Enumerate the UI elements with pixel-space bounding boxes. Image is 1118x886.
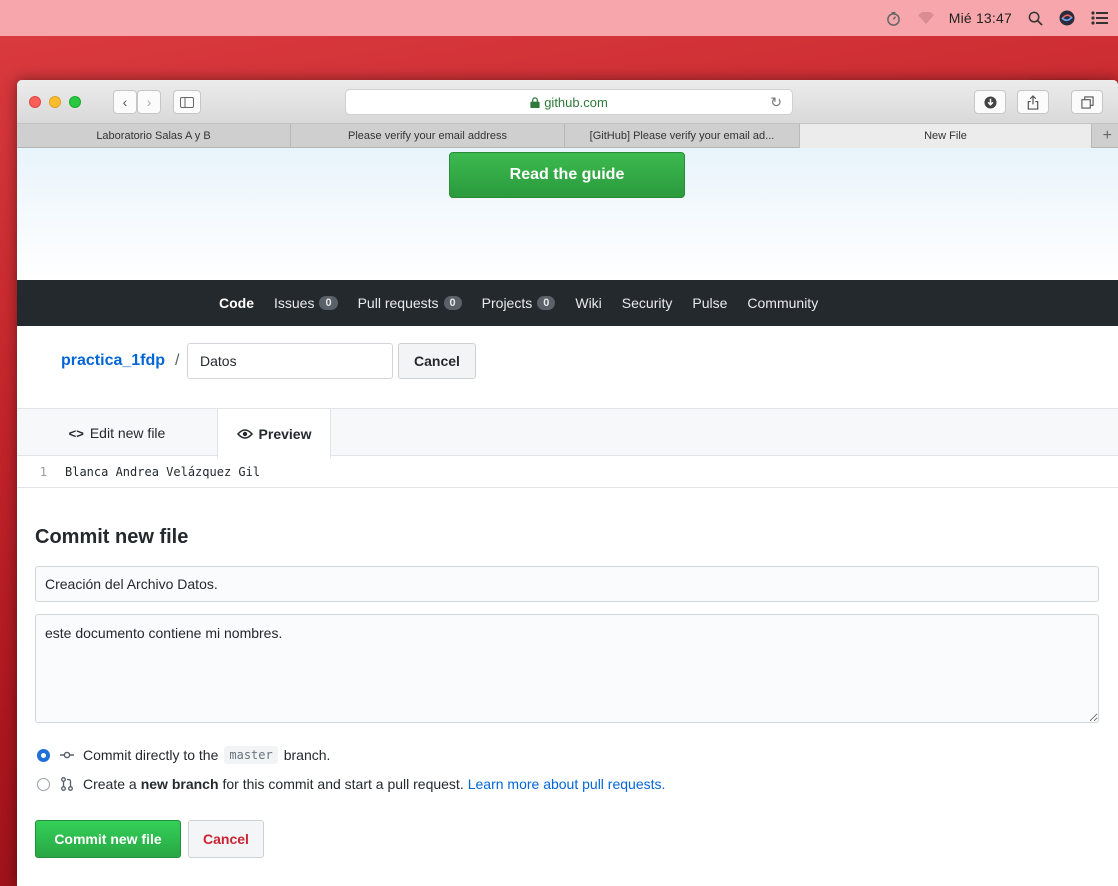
share-button[interactable]	[1017, 90, 1049, 114]
minimize-window-button[interactable]	[49, 96, 61, 108]
address-text: github.com	[544, 94, 608, 110]
nav-pulls-label: Pull requests	[357, 295, 439, 311]
share-icon	[1027, 94, 1039, 110]
back-button[interactable]: ‹	[113, 90, 137, 114]
reload-icon[interactable]: ↻	[770, 94, 782, 111]
commit-new-file-button[interactable]: Commit new file	[35, 820, 181, 858]
nav-projects[interactable]: Projects 0	[482, 295, 556, 311]
cancel-commit-button[interactable]: Cancel	[188, 820, 264, 858]
branch-name: master	[224, 746, 278, 764]
siri-icon[interactable]	[1058, 9, 1076, 27]
lock-icon	[530, 96, 540, 108]
new-branch-bold: new branch	[140, 776, 219, 792]
nav-security[interactable]: Security	[622, 295, 673, 311]
new-branch-suffix: for this commit and start a pull request…	[222, 776, 464, 792]
close-window-button[interactable]	[29, 96, 41, 108]
repo-name-link[interactable]: practica_1fdp	[61, 352, 165, 370]
tab-edit-new-file[interactable]: <> Edit new file	[17, 409, 217, 457]
download-icon	[983, 95, 997, 109]
hero-banner: Read the guide	[17, 148, 1118, 280]
nav-wiki[interactable]: Wiki	[575, 295, 601, 311]
github-page: Read the guide Code Issues 0 Pull reques…	[17, 148, 1118, 886]
tab-preview-label: Preview	[258, 425, 312, 442]
zoom-window-button[interactable]	[69, 96, 81, 108]
option-new-branch[interactable]: Create a new branch for this commit and …	[37, 776, 665, 792]
file-name-row: practica_1fdp / Cancel	[17, 326, 1118, 408]
nav-issues-label: Issues	[274, 295, 315, 311]
browser-tab-bar: Laboratorio Salas A y B Please verify yo…	[17, 124, 1118, 148]
projects-counter: 0	[537, 296, 556, 310]
code-icon: <>	[68, 425, 84, 441]
nav-issues[interactable]: Issues 0	[274, 295, 338, 311]
path-separator: /	[175, 352, 180, 369]
browser-tab-github-verify[interactable]: [GitHub] Please verify your email ad...	[565, 124, 800, 148]
nav-community[interactable]: Community	[747, 295, 818, 311]
radio-commit-directly[interactable]	[37, 748, 50, 762]
browser-tab-laboratorio[interactable]: Laboratorio Salas A y B	[17, 124, 291, 148]
radio-new-branch[interactable]	[37, 777, 50, 791]
forward-button[interactable]: ›	[137, 90, 161, 114]
spotlight-search-icon[interactable]	[1026, 9, 1044, 27]
issues-counter: 0	[319, 296, 338, 310]
editor-tabs: <> Edit new file Preview	[17, 408, 1118, 458]
sidebar-button[interactable]	[173, 90, 201, 114]
file-name-input[interactable]	[187, 343, 393, 379]
downloads-button[interactable]	[974, 90, 1006, 114]
line-number: 1	[39, 464, 47, 479]
chevron-left-icon: ‹	[122, 94, 128, 110]
nav-pulse[interactable]: Pulse	[692, 295, 727, 311]
commit-directly-prefix: Commit directly to the	[83, 747, 219, 763]
sidebar-icon	[180, 96, 194, 108]
nav-projects-label: Projects	[481, 295, 533, 311]
tab-preview[interactable]: Preview	[217, 409, 331, 458]
cancel-file-button[interactable]: Cancel	[398, 343, 476, 379]
vpn-icon[interactable]	[917, 9, 935, 27]
browser-window: ‹ › github.com ↻ Laboratorio Salas A y B…	[17, 80, 1118, 886]
tab-edit-label: Edit new file	[89, 425, 166, 441]
browser-tab-verify-email[interactable]: Please verify your email address	[291, 124, 565, 148]
commit-description-textarea[interactable]: este documento contiene mi nombres.	[35, 614, 1099, 723]
repo-navigation: Code Issues 0 Pull requests 0 Projects 0…	[17, 280, 1118, 326]
timer-icon[interactable]	[885, 9, 903, 27]
tabs-overview-icon	[1080, 95, 1094, 109]
nav-code[interactable]: Code	[219, 295, 254, 311]
pull-request-icon	[59, 777, 75, 791]
menubar-clock[interactable]: Mié 13:47	[949, 10, 1012, 26]
notification-center-icon[interactable]	[1090, 9, 1108, 27]
browser-toolbar: ‹ › github.com ↻	[17, 80, 1118, 124]
pulls-counter: 0	[443, 296, 462, 310]
nav-pull-requests[interactable]: Pull requests 0	[358, 295, 462, 311]
preview-line: 1 Blanca Andrea Velázquez Gil	[17, 456, 1118, 488]
git-commit-icon	[59, 751, 75, 759]
show-tabs-button[interactable]	[1071, 90, 1103, 114]
window-controls	[29, 96, 81, 108]
new-branch-prefix: Create a	[83, 776, 137, 792]
chevron-right-icon: ›	[146, 94, 152, 110]
line-text: Blanca Andrea Velázquez Gil	[65, 464, 261, 479]
address-bar[interactable]: github.com ↻	[345, 89, 793, 115]
learn-more-link[interactable]: Learn more about pull requests.	[468, 776, 666, 792]
nav-code-label: Code	[219, 295, 254, 311]
new-tab-button[interactable]: +	[1092, 124, 1118, 147]
commit-heading: Commit new file	[35, 526, 189, 548]
browser-tab-new-file[interactable]: New File	[800, 124, 1092, 148]
commit-summary-input[interactable]	[35, 566, 1099, 602]
read-the-guide-button[interactable]: Read the guide	[449, 152, 685, 198]
option-commit-directly[interactable]: Commit directly to the master branch.	[37, 746, 330, 764]
eye-icon	[236, 428, 253, 439]
menu-bar: Mié 13:47	[0, 0, 1118, 36]
commit-directly-suffix: branch.	[283, 747, 331, 763]
